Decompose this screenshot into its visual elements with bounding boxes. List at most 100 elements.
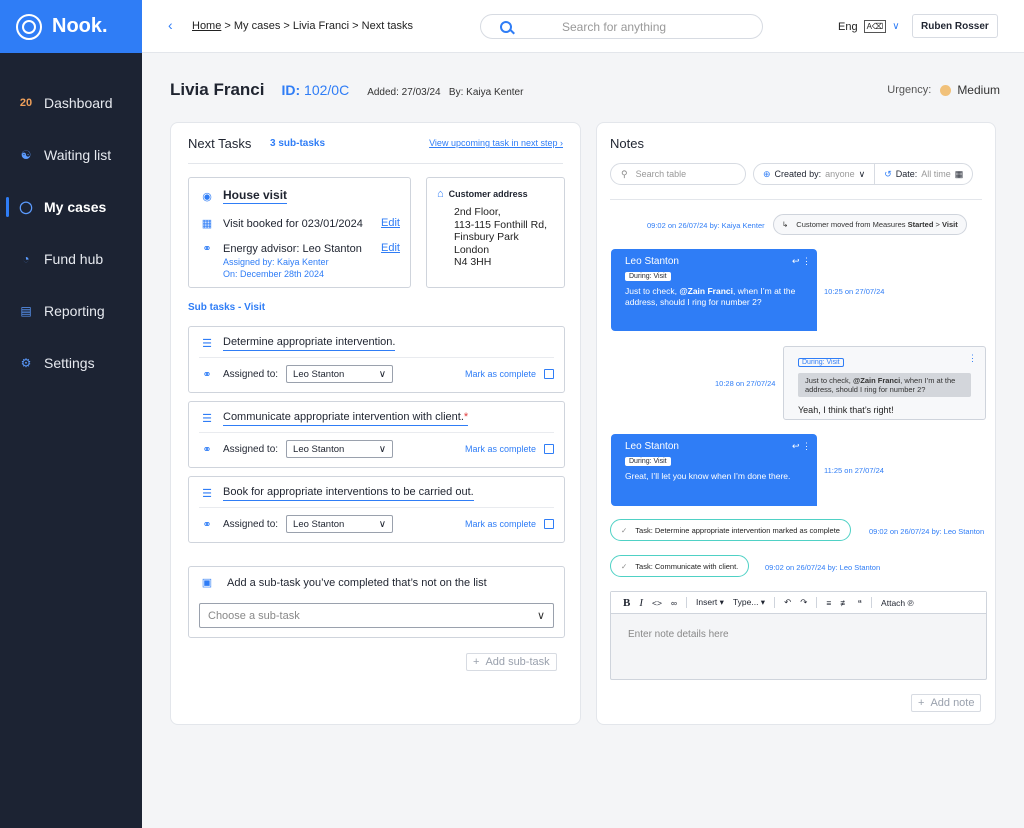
gear-icon: ⚙	[20, 356, 32, 370]
divider	[610, 199, 982, 200]
user-icon: ⚭	[202, 243, 212, 255]
add-task-icon: ▣	[201, 577, 213, 589]
address-title: Customer address	[448, 189, 528, 199]
sidebar-item-settings[interactable]: ⚙ Settings	[0, 337, 142, 389]
checklist-icon: ☰	[202, 488, 212, 500]
date-filter[interactable]: ↺ Date: All time ▦	[874, 164, 972, 184]
sidebar: Nook. 20 Dashboard ☯ Waiting list ◯ My c…	[0, 0, 142, 828]
type-label: Type...	[732, 597, 759, 607]
add-subtask-box: ▣ Add a sub-task you’ve completed that’s…	[188, 566, 565, 638]
address-line: N4 3HH	[454, 256, 492, 268]
fund-icon: ◔	[22, 252, 30, 266]
link-icon[interactable]: ∞	[671, 598, 677, 608]
notes-filter-group: ⊕ Created by: anyone ∨ ↺ Date: All time …	[753, 163, 974, 185]
case-header: Livia Franci ID: 102/0C Added: 27/03/24 …	[170, 80, 523, 100]
complete-checkbox[interactable]	[544, 519, 554, 529]
attach-button[interactable]: Attach ℗	[881, 598, 914, 608]
case-id-value: 102/0C	[304, 82, 350, 98]
quote-text-a: Just to check,	[805, 376, 853, 385]
redo-icon[interactable]: ↷	[800, 597, 807, 608]
global-search[interactable]	[480, 14, 763, 39]
numbered-list-icon[interactable]: ≢	[840, 598, 849, 608]
reply-message: During: Visit ⋮ Just to check, @Zain Fra…	[783, 346, 986, 420]
complete-checkbox[interactable]	[544, 444, 554, 454]
bullet-list-icon[interactable]: ≡	[826, 598, 831, 608]
created-by-value: anyone	[825, 169, 855, 179]
search-icon: ⚲	[621, 168, 628, 179]
language-selector[interactable]: Eng A⌫ ∨	[838, 20, 900, 33]
document-icon: ▤	[20, 304, 32, 318]
task-event-text: Task: Determine appropriate intervention…	[635, 525, 840, 535]
subtask-card: ☰ Book for appropriate interventions to …	[188, 476, 565, 543]
back-icon[interactable]: ‹	[168, 17, 173, 33]
address-line: Finsbury Park	[454, 231, 519, 243]
insert-menu[interactable]: Insert ▾	[696, 597, 724, 608]
assignee-select[interactable]: Leo Stanton ∨	[286, 365, 394, 383]
subtask-select[interactable]: Choose a sub-task ∨	[199, 603, 554, 628]
code-icon[interactable]: <>	[652, 598, 662, 608]
message-timestamp: 10:25 on 27/07/24	[824, 287, 885, 296]
sidebar-item-waiting-list[interactable]: ☯ Waiting list	[0, 129, 142, 181]
reply-menu-icon[interactable]: ↩ ⋮	[792, 256, 811, 267]
logo-text: Nook.	[52, 15, 108, 37]
type-menu[interactable]: Type... ▾	[733, 597, 765, 608]
mark-complete[interactable]: Mark as complete	[465, 519, 554, 529]
assignee-select[interactable]: Leo Stanton ∨	[286, 515, 394, 533]
sidebar-item-my-cases[interactable]: ◯ My cases	[0, 181, 142, 233]
sidebar-item-reporting[interactable]: ▤ Reporting	[0, 285, 142, 337]
advisor-row: ⚭ Energy advisor: Leo Stanton	[199, 242, 361, 256]
address-line: 113-115 Fonthill Rd,	[454, 218, 547, 231]
status-change-text-a: Customer moved from Measures	[796, 220, 908, 229]
task-complete-event: ✓ Task: Communicate with client.	[610, 555, 750, 577]
breadcrumb-home[interactable]: Home	[192, 20, 221, 32]
dashboard-badge: 20	[19, 97, 33, 109]
assignee-row: ⚭ Assigned to: Leo Stanton ∨	[199, 440, 394, 458]
checklist-icon: ☰	[202, 413, 212, 425]
assignee-select[interactable]: Leo Stanton ∨	[286, 440, 394, 458]
notes-filters: ⚲ Search table ⊕ Created by: anyone ∨ ↺ …	[610, 163, 974, 185]
edit-date-button[interactable]: Edit	[381, 217, 400, 229]
check-circle-icon: ✓	[621, 525, 628, 535]
logo-icon	[16, 13, 42, 40]
address-title-row: ⌂ Customer address	[437, 188, 528, 200]
mark-complete[interactable]: Mark as complete	[465, 444, 554, 454]
subtask-title-text: Communicate appropriate intervention wit…	[223, 411, 464, 423]
task-event-text: Task: Communicate with client.	[635, 561, 739, 571]
add-note-button[interactable]: + Add note	[911, 694, 982, 712]
user-menu[interactable]: Ruben Rosser	[912, 14, 998, 38]
required-marker: *	[463, 411, 469, 423]
mark-complete-label: Mark as complete	[464, 519, 536, 529]
italic-icon[interactable]: I	[639, 597, 643, 609]
visit-title-row: ◉ House visit	[199, 188, 288, 204]
assigned-label: Assigned to:	[223, 443, 279, 455]
assignee-row: ⚭ Assigned to: Leo Stanton ∨	[199, 365, 394, 383]
undo-icon[interactable]: ↶	[784, 597, 791, 608]
status-change-event: ↳ Customer moved from Measures Started >…	[773, 214, 967, 235]
checklist-icon: ☰	[202, 338, 212, 350]
upcoming-task-link[interactable]: View upcoming task in next step ›	[429, 138, 563, 148]
more-icon[interactable]: ⋮	[968, 353, 977, 364]
add-subtask-button[interactable]: + Add sub-task	[466, 653, 557, 671]
sidebar-item-dashboard[interactable]: 20 Dashboard	[0, 77, 142, 129]
mark-complete[interactable]: Mark as complete	[465, 369, 554, 379]
assignee-value: Leo Stanton	[293, 443, 345, 455]
created-by-filter[interactable]: ⊕ Created by: anyone ∨	[754, 164, 874, 184]
quote-icon[interactable]: “	[858, 598, 862, 608]
sidebar-item-fund-hub[interactable]: ◔ Fund hub	[0, 233, 142, 285]
editor-placeholder[interactable]: Enter note details here	[628, 629, 729, 640]
bold-icon[interactable]: B	[623, 597, 630, 609]
task-complete-event: ✓ Task: Determine appropriate interventi…	[610, 519, 851, 541]
search-input[interactable]	[562, 19, 742, 34]
reply-menu-icon[interactable]: ↩ ⋮	[792, 441, 811, 452]
subtask-title-row: ☰ Communicate appropriate intervention w…	[199, 411, 469, 426]
notes-search[interactable]: ⚲ Search table	[610, 163, 746, 185]
mark-complete-label: Mark as complete	[464, 444, 536, 454]
divider	[199, 507, 554, 508]
message-tag: During: Visit	[625, 457, 671, 466]
divider	[199, 432, 554, 433]
radio-icon: ◉	[202, 190, 212, 203]
edit-advisor-button[interactable]: Edit	[381, 242, 400, 254]
mention[interactable]: @Zain Franci	[679, 286, 733, 296]
complete-checkbox[interactable]	[544, 369, 554, 379]
logo[interactable]: Nook.	[0, 0, 142, 53]
